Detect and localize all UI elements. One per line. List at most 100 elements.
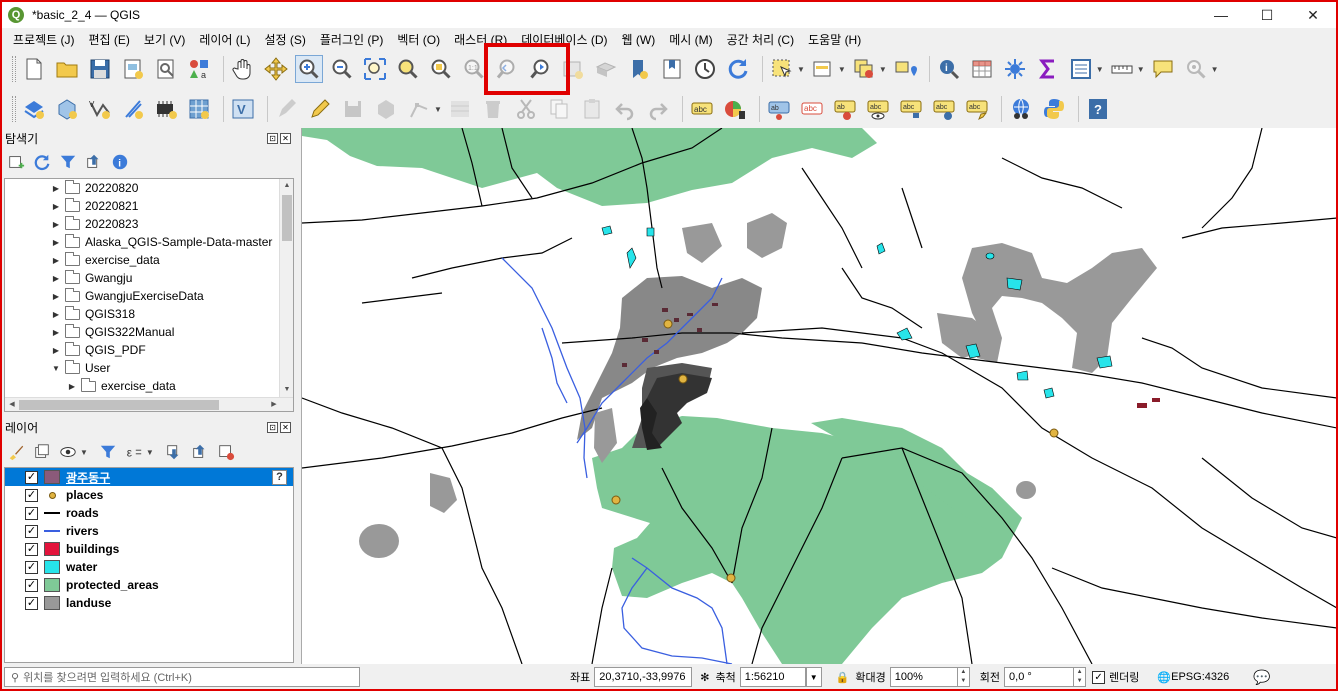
browser-tree-item[interactable]: ▶ 20220823: [5, 215, 293, 233]
select-location-icon[interactable]: [891, 55, 919, 83]
current-edits-icon[interactable]: [273, 95, 301, 123]
browser-tree-item[interactable]: ▼ User: [5, 359, 293, 377]
browser-tree-item[interactable]: ▶ 20220820: [5, 179, 293, 197]
coordinate-toggle-icon[interactable]: ✻: [700, 671, 709, 684]
layer-row[interactable]: ✓ roads: [5, 504, 293, 522]
scale-dropdown-icon[interactable]: ▼: [805, 667, 822, 687]
layer-styling-icon[interactable]: [6, 442, 26, 462]
float-panel-icon[interactable]: ⊡: [267, 132, 278, 144]
collapsed-arrow-icon[interactable]: ▶: [51, 184, 61, 193]
browser-tree-item[interactable]: ▶ exercise_data: [5, 251, 293, 269]
layer-visibility-checkbox[interactable]: ✓: [25, 470, 38, 484]
zoom-to-layer-icon[interactable]: [427, 55, 455, 83]
identify-icon[interactable]: i: [935, 55, 963, 83]
collapsed-arrow-icon[interactable]: ▶: [51, 292, 61, 301]
layer-row[interactable]: ✓ rivers: [5, 522, 293, 540]
menu-processing[interactable]: 공간 처리 (C): [720, 31, 802, 48]
modify-attributes-icon[interactable]: [446, 95, 474, 123]
help-contents-icon[interactable]: ?: [1084, 95, 1112, 123]
new-project-icon[interactable]: [20, 55, 48, 83]
menu-edit[interactable]: 편집 (E): [82, 31, 137, 48]
lock-scale-icon[interactable]: 🔒: [836, 671, 850, 684]
close-panel-icon[interactable]: ✕: [280, 132, 291, 144]
vertex-tool-icon[interactable]: [405, 95, 433, 123]
zoom-full-icon[interactable]: [361, 55, 389, 83]
layer-visibility-checkbox[interactable]: ✓: [25, 542, 38, 556]
new-shapefile-icon[interactable]: V: [86, 95, 114, 123]
menu-raster[interactable]: 래스터 (R): [447, 31, 514, 48]
expanded-arrow-icon[interactable]: ▼: [51, 364, 61, 373]
collapsed-arrow-icon[interactable]: ▶: [51, 346, 61, 355]
new-3d-view-icon[interactable]: [592, 55, 620, 83]
new-virtual-layer-icon[interactable]: [152, 95, 180, 123]
manage-visibility-icon[interactable]: [58, 442, 78, 462]
collapse-all-layers-icon[interactable]: [190, 442, 210, 462]
browser-tree-item[interactable]: ▶ Gwangju: [5, 269, 293, 287]
layer-row[interactable]: ✓ landuse: [5, 594, 293, 612]
locator-search-input[interactable]: ⚲ 위치를 찾으려면 입력하세요 (Ctrl+K): [4, 667, 360, 687]
collapsed-arrow-icon[interactable]: ▶: [51, 238, 61, 247]
attribute-table-icon[interactable]: [968, 55, 996, 83]
map-canvas[interactable]: [301, 128, 1336, 664]
toolbar-grip[interactable]: [12, 56, 16, 82]
refresh-browser-icon[interactable]: [32, 152, 52, 172]
add-group-icon[interactable]: [32, 442, 52, 462]
rotate-label-icon[interactable]: abc: [897, 95, 925, 123]
menu-plugins[interactable]: 플러그인 (P): [313, 31, 391, 48]
save-project-icon[interactable]: [86, 55, 114, 83]
highlight-pinned-labels-icon[interactable]: ab: [765, 95, 793, 123]
scale-field[interactable]: 1:56210: [739, 667, 806, 687]
layer-visibility-checkbox[interactable]: ✓: [25, 506, 38, 520]
zoom-next-icon[interactable]: [526, 55, 554, 83]
undo-icon[interactable]: [611, 95, 639, 123]
browser-tree-item[interactable]: ▶ exercise_data: [5, 377, 293, 395]
collapsed-arrow-icon[interactable]: ▶: [51, 274, 61, 283]
crs-globe-icon[interactable]: 🌐: [1157, 671, 1171, 684]
pan-to-selection-icon[interactable]: [262, 55, 290, 83]
browser-vertical-scrollbar[interactable]: ▲ ▼: [279, 179, 293, 397]
show-hide-labels-icon[interactable]: ab: [831, 95, 859, 123]
collapsed-arrow-icon[interactable]: ▶: [51, 202, 61, 211]
map-tips-icon[interactable]: [1149, 55, 1177, 83]
maximize-icon[interactable]: ☐: [1244, 2, 1290, 28]
menu-layer[interactable]: 레이어 (L): [192, 31, 257, 48]
new-map-view-icon[interactable]: [559, 55, 587, 83]
layer-row[interactable]: ✓ buildings: [5, 540, 293, 558]
menu-mesh[interactable]: 메시 (M): [662, 31, 719, 48]
browser-tree-item[interactable]: ▶ QGIS_PDF: [5, 341, 293, 359]
close-panel-icon[interactable]: ✕: [280, 421, 291, 433]
measure-line-icon[interactable]: [1108, 55, 1136, 83]
collapsed-arrow-icon[interactable]: ▶: [51, 328, 61, 337]
layout-manager-icon[interactable]: [152, 55, 180, 83]
zoom-native-icon[interactable]: 1:1: [460, 55, 488, 83]
metasearch-icon[interactable]: [1007, 95, 1035, 123]
filter-by-expression-icon[interactable]: ε: [124, 442, 144, 462]
label-toolbar-icon[interactable]: abc: [688, 95, 716, 123]
zoom-last-icon[interactable]: [493, 55, 521, 83]
layer-row[interactable]: ✓ 광주동구?: [5, 468, 293, 486]
zoom-to-selection-icon[interactable]: [394, 55, 422, 83]
python-console-icon[interactable]: [1040, 95, 1068, 123]
menu-view[interactable]: 보기 (V): [137, 31, 192, 48]
crs-label[interactable]: EPSG:4326: [1171, 671, 1229, 683]
move-label-icon[interactable]: abc: [864, 95, 892, 123]
pan-hand-icon[interactable]: [229, 55, 257, 83]
collapsed-arrow-icon[interactable]: ▶: [51, 310, 61, 319]
create-vector-layer-icon[interactable]: V: [229, 95, 257, 123]
layer-warning-icon[interactable]: ?: [272, 469, 287, 485]
cut-features-icon[interactable]: [512, 95, 540, 123]
deselect-features-icon[interactable]: [850, 55, 878, 83]
collapsed-arrow-icon[interactable]: ▶: [51, 220, 61, 229]
filter-legend-icon[interactable]: [98, 442, 118, 462]
redo-icon[interactable]: [644, 95, 672, 123]
add-selected-layers-icon[interactable]: [6, 152, 26, 172]
layer-row[interactable]: ✓ places: [5, 486, 293, 504]
layer-visibility-checkbox[interactable]: ✓: [25, 578, 38, 592]
render-checkbox[interactable]: ✓: [1092, 670, 1106, 684]
pin-labels-icon[interactable]: abc: [798, 95, 826, 123]
magnifier-spinner[interactable]: ▲ ▼: [957, 667, 970, 687]
browser-tree-item[interactable]: ▶ 20220821: [5, 197, 293, 215]
new-bookmark-icon[interactable]: [625, 55, 653, 83]
browser-tree-item[interactable]: ▶ Alaska_QGIS-Sample-Data-master: [5, 233, 293, 251]
copy-features-icon[interactable]: [545, 95, 573, 123]
